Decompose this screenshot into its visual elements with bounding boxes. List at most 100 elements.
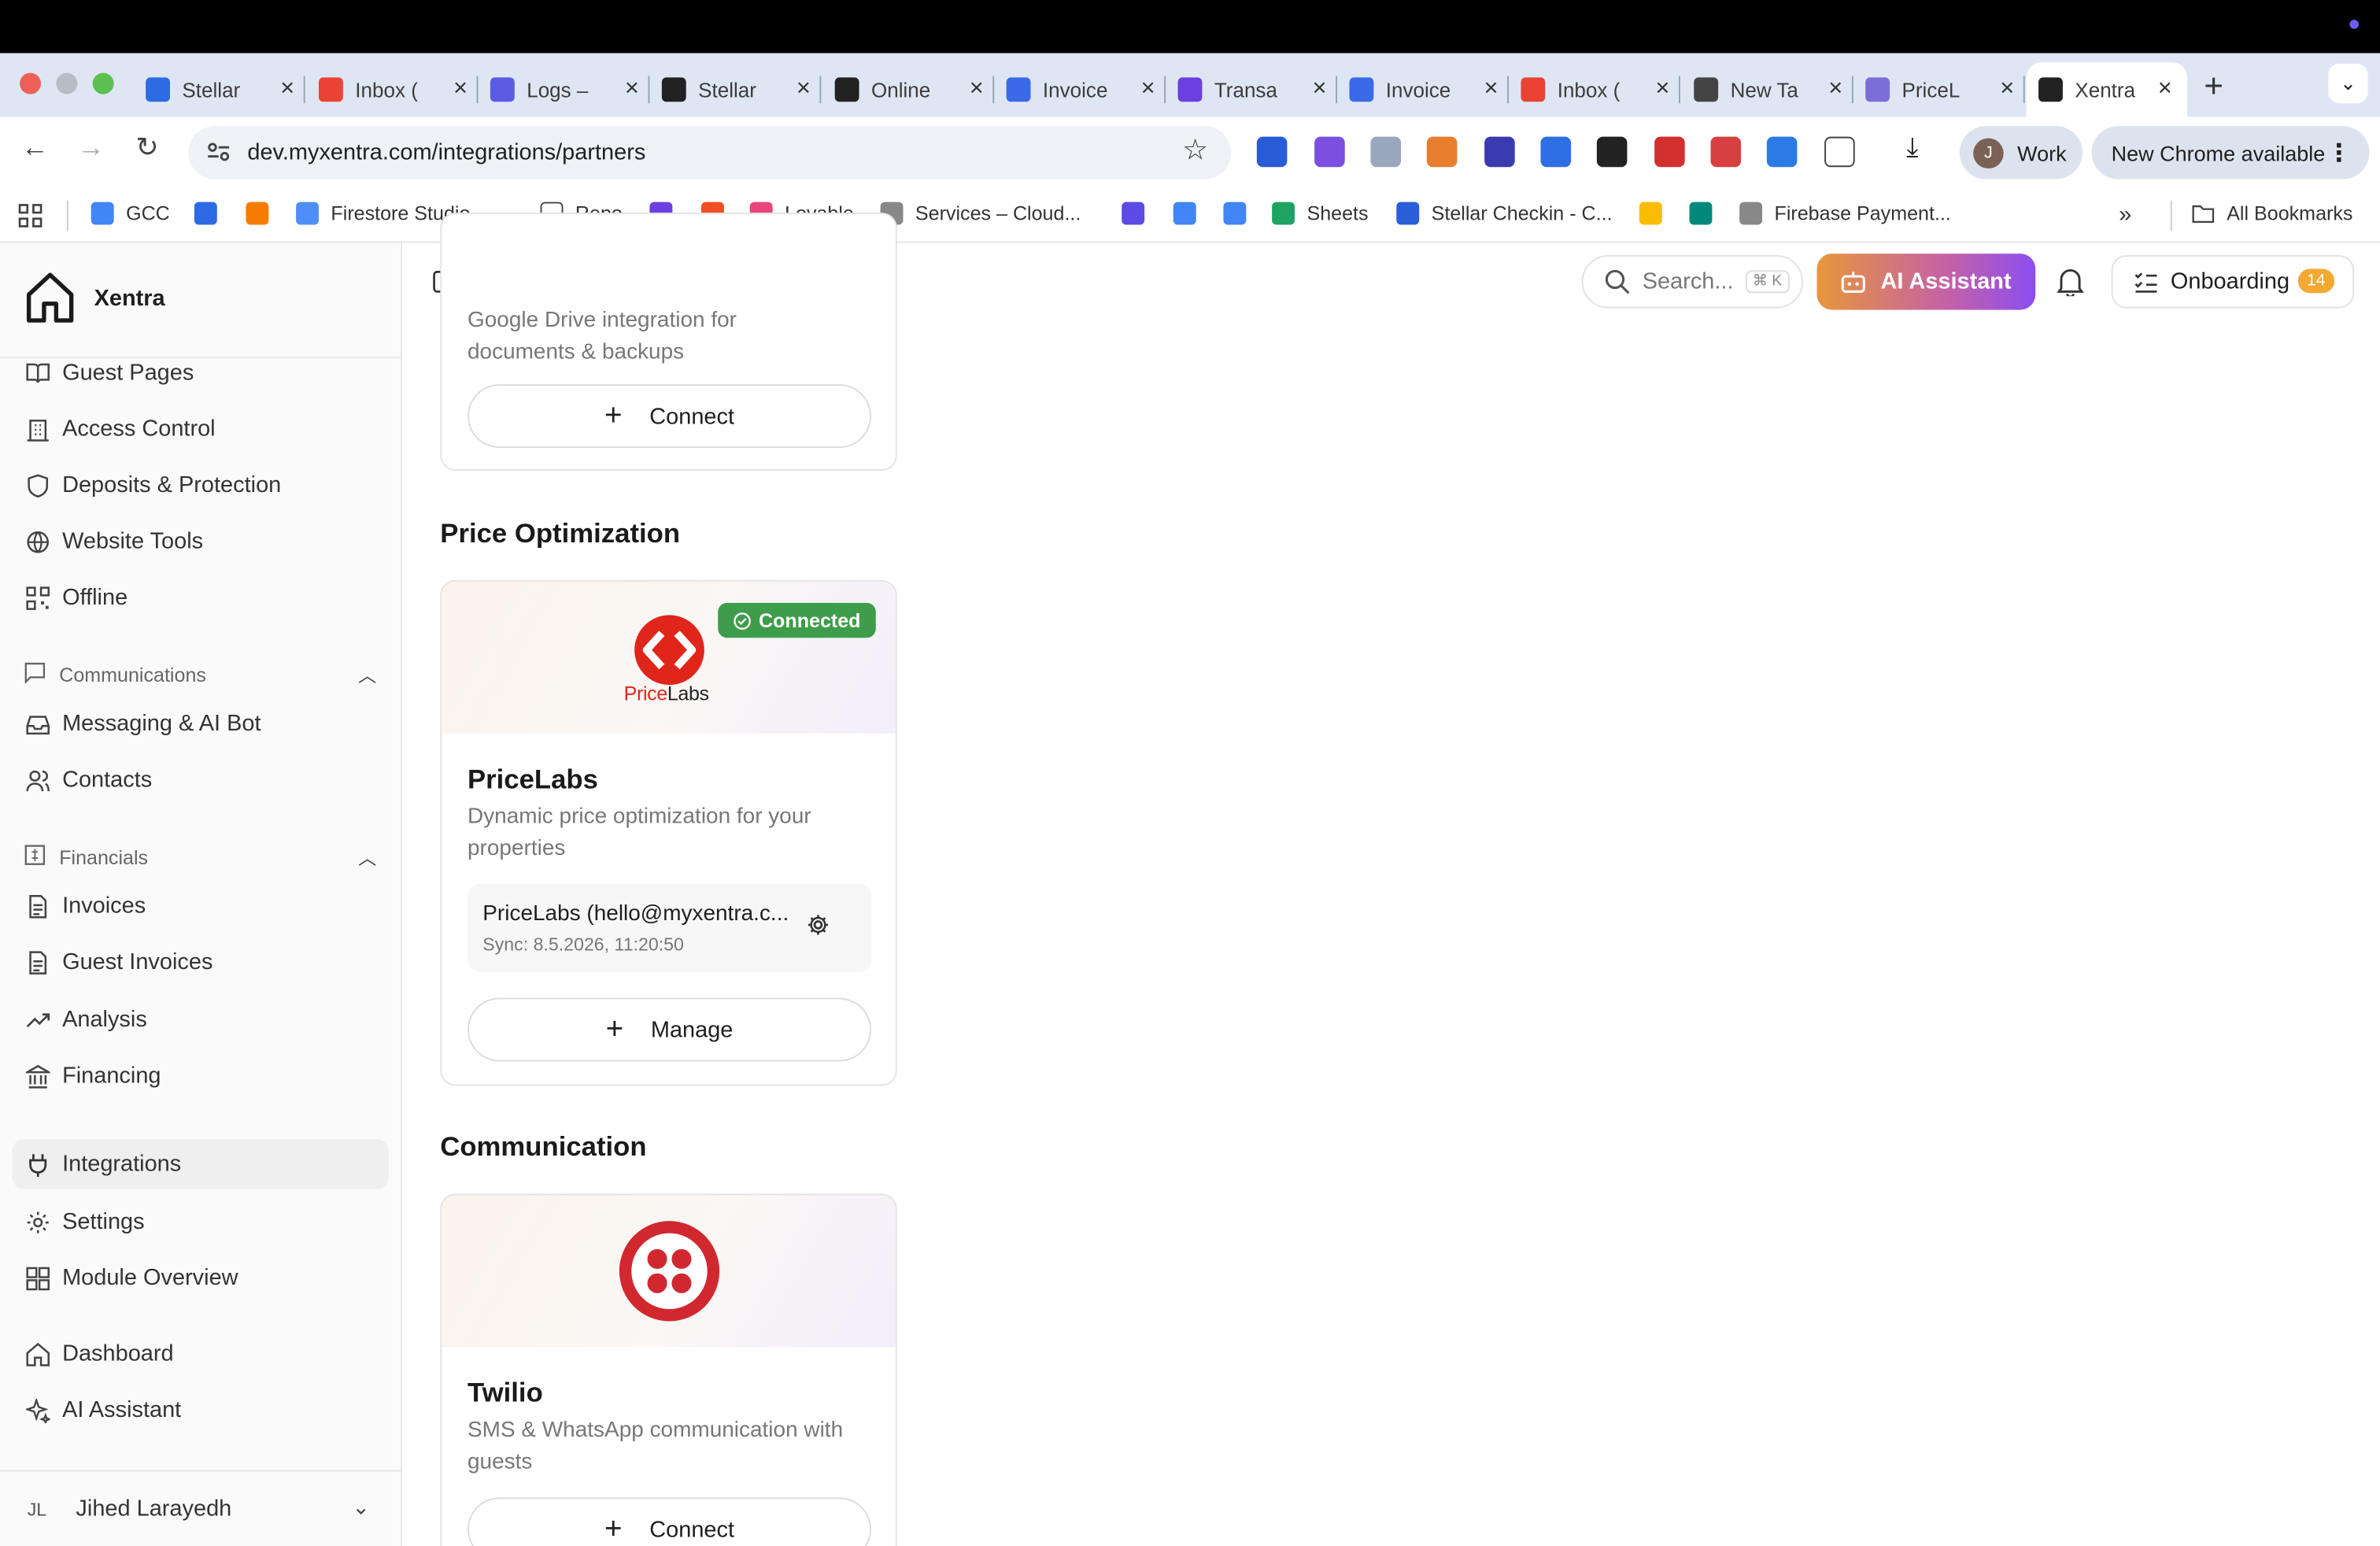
bookmark-star-icon[interactable]: ☆ [1182, 134, 1208, 168]
bookmark-item[interactable]: Services – Cloud... [880, 202, 1081, 225]
nav-dashboard[interactable]: Dashboard [24, 1341, 174, 1367]
browser-tab[interactable]: Online × [834, 62, 995, 117]
nav-offline[interactable]: Offline [24, 585, 128, 611]
gear-blue-ext-icon[interactable] [1766, 136, 1798, 168]
tab-close-icon[interactable]: × [1141, 76, 1155, 103]
connect-button[interactable]: + Connect [467, 1497, 871, 1546]
bookmark-item[interactable] [194, 202, 229, 225]
nav-module-overview[interactable]: Module Overview [24, 1265, 238, 1291]
bookmark-item[interactable] [1122, 202, 1156, 225]
puzzle-extensions-icon[interactable] [1824, 136, 1855, 168]
new-tab-button[interactable]: + [2204, 67, 2223, 106]
bookmarks-overflow-icon[interactable]: » [2119, 202, 2131, 228]
nav-guest-invoices[interactable]: Guest Invoices [24, 949, 213, 975]
bookmark-item[interactable] [246, 202, 280, 225]
nav-contacts[interactable]: Contacts [24, 767, 152, 793]
bookmark-item[interactable] [1689, 202, 1724, 225]
brand[interactable]: Xentra [24, 270, 165, 324]
browser-tab[interactable]: PriceL × [1865, 62, 2025, 117]
url-text[interactable]: dev.myxentra.com/integrations/partners [247, 139, 645, 165]
nav-invoices[interactable]: Invoices [24, 893, 146, 919]
browser-tab[interactable]: New Ta × [1694, 62, 1853, 117]
profile-button[interactable]: J Work [1959, 126, 2082, 179]
all-bookmarks-label: All Bookmarks [2227, 202, 2353, 225]
stop-ext-icon[interactable] [1654, 136, 1685, 168]
bookmark-item[interactable]: GCC [91, 202, 170, 225]
nav-website-tools[interactable]: Website Tools [24, 528, 203, 554]
tab-close-icon[interactable]: × [2158, 76, 2172, 103]
nav-integrations[interactable]: Integrations [12, 1138, 389, 1189]
screen-ext-icon[interactable] [1710, 136, 1742, 168]
onboarding-button[interactable]: Onboarding 14 [2111, 255, 2355, 309]
apps-grid-icon[interactable] [18, 204, 42, 228]
forward-arrow-icon[interactable]: → [72, 132, 111, 165]
download-icon[interactable]: ⤓ [1906, 132, 1918, 165]
all-bookmarks-button[interactable]: All Bookmarks [2192, 202, 2353, 225]
manage-button[interactable]: + Manage [467, 997, 871, 1062]
kebab-menu-icon[interactable]: ⋮ [2326, 139, 2351, 169]
window-close-button[interactable] [20, 72, 42, 94]
bookmark-item[interactable] [1173, 202, 1208, 225]
bookmark-item[interactable]: Stellar Checkin - C... [1396, 202, 1613, 225]
chevron-up-icon[interactable]: ︿ [358, 662, 376, 688]
chevron-down-icon[interactable]: ⌄ [352, 1494, 370, 1520]
bookmark-item[interactable] [1223, 202, 1258, 225]
browser-tab[interactable]: Stellar × [661, 62, 822, 117]
browser-tab[interactable]: Logs – × [490, 62, 650, 117]
tab-title: Logs – [527, 78, 589, 102]
browser-tab[interactable]: Inbox (× [318, 62, 479, 117]
browser-tab[interactable]: Stellar × [146, 62, 305, 117]
nav-access-control[interactable]: Access Control [24, 416, 216, 442]
user-menu[interactable]: JL Jihed Larayedh ⌄ [0, 1470, 403, 1546]
tab-close-icon[interactable]: × [280, 76, 294, 103]
tab-close-icon[interactable]: × [1484, 76, 1498, 103]
cube-ext-icon[interactable] [1484, 136, 1515, 168]
nav-ai-assistant[interactable]: AI Assistant [24, 1397, 181, 1423]
browser-tab[interactable]: Transa × [1177, 62, 1338, 117]
nav-settings[interactable]: Settings [24, 1209, 145, 1234]
nav-messaging[interactable]: Messaging & AI Bot [24, 711, 261, 737]
ai-assistant-button[interactable]: AI Assistant [1816, 253, 2036, 310]
connect-button[interactable]: + Connect [467, 384, 871, 449]
nav-guest-pages[interactable]: Guest Pages [24, 360, 194, 386]
rocket-ext-icon[interactable] [1426, 136, 1458, 168]
bookmark-item[interactable]: Firebase Payment... [1739, 202, 1951, 225]
browser-tab[interactable]: Invoice × [1006, 62, 1166, 117]
nav-analysis[interactable]: Analysis [24, 1007, 147, 1033]
bookmark-item[interactable] [1639, 202, 1674, 225]
tab-close-icon[interactable]: × [2000, 76, 2014, 103]
gear-icon[interactable] [806, 912, 830, 937]
reload-icon[interactable]: ↻ [128, 132, 167, 165]
browser-tab[interactable]: Xentra × [2026, 62, 2188, 117]
browser-tab[interactable]: Inbox (× [1521, 62, 1680, 117]
shield-ext-icon[interactable] [1370, 136, 1402, 168]
bookmark-item[interactable]: Sheets [1272, 202, 1369, 225]
nav-financing[interactable]: Financing [24, 1063, 161, 1089]
tab-search-chevron-icon[interactable]: ⌄ [2328, 64, 2368, 104]
site-settings-icon[interactable] [205, 139, 232, 166]
fx-ext-icon[interactable] [1596, 136, 1628, 168]
button-label: Manage [650, 1016, 734, 1043]
window-minimize-button[interactable] [56, 72, 78, 94]
window-zoom-button[interactable] [92, 72, 114, 94]
group-financials[interactable]: Financials ︿ [24, 845, 376, 871]
tag-ext-icon[interactable] [1540, 136, 1572, 168]
tab-close-icon[interactable]: × [1828, 76, 1842, 103]
tab-close-icon[interactable]: × [625, 76, 639, 103]
tab-close-icon[interactable]: × [970, 76, 984, 103]
search-input[interactable]: Search... ⌘ K [1581, 255, 1804, 309]
tab-close-icon[interactable]: × [1313, 76, 1327, 103]
back-arrow-icon[interactable]: ← [15, 132, 54, 165]
tab-close-icon[interactable]: × [453, 76, 468, 103]
new-chrome-available-button[interactable]: New Chrome available ⋮ [2091, 126, 2370, 179]
chevron-up-icon[interactable]: ︿ [358, 845, 376, 871]
tab-close-icon[interactable]: × [796, 76, 811, 103]
group-communications[interactable]: Communications ︿ [24, 662, 376, 688]
nav-deposits[interactable]: Deposits & Protection [24, 472, 281, 498]
address-bar[interactable]: dev.myxentra.com/integrations/partners ☆ [188, 126, 1232, 179]
tab-close-icon[interactable]: × [1655, 76, 1669, 103]
bitwarden-ext-icon[interactable] [1256, 136, 1288, 168]
v-ext-icon[interactable] [1314, 136, 1345, 168]
bell-icon[interactable] [2057, 268, 2084, 297]
browser-tab[interactable]: Invoice × [1349, 62, 1509, 117]
